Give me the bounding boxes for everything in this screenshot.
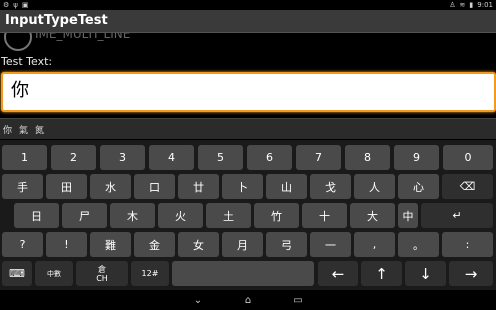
status-bar: ⚙ ψ ▣ ♙ ≋ ▮ 9:01: [0, 0, 496, 10]
key-zhu[interactable]: 竹: [254, 203, 299, 228]
key-shi-ten[interactable]: 十: [302, 203, 347, 228]
key-4[interactable]: 4: [149, 145, 194, 170]
key-exclamation[interactable]: !: [46, 232, 87, 257]
key-nian[interactable]: 廿: [178, 174, 219, 199]
soft-keyboard: 1 2 3 4 5 6 7 8 9 0 手 田 水 口 廿 卜 山 戈 人 心 …: [0, 140, 496, 290]
status-time: 9:01: [477, 1, 493, 9]
key-symbols[interactable]: 12#: [131, 261, 169, 286]
key-chinese-numeric[interactable]: 中數: [35, 261, 73, 286]
key-da[interactable]: 大: [350, 203, 395, 228]
key-mu[interactable]: 木: [110, 203, 155, 228]
status-left-icons: ⚙ ψ ▣: [3, 0, 29, 10]
battery-icon: ▮: [469, 1, 474, 9]
backspace-icon[interactable]: ⌫: [442, 174, 493, 199]
status-right-icons: ♙ ≋ ▮ 9:01: [449, 0, 493, 10]
arrow-left-icon[interactable]: ←: [318, 261, 358, 286]
key-tian[interactable]: 田: [46, 174, 87, 199]
key-period[interactable]: 。: [398, 232, 439, 257]
space-key[interactable]: [172, 261, 314, 286]
key-bu[interactable]: 卜: [222, 174, 263, 199]
key-9[interactable]: 9: [394, 145, 439, 170]
key-gong[interactable]: 弓: [266, 232, 307, 257]
navigation-bar: ⌄ ⌂ ▭: [0, 290, 496, 310]
key-question[interactable]: ?: [2, 232, 43, 257]
test-text-label: Test Text:: [1, 55, 53, 68]
test-text-value: 你: [11, 80, 29, 101]
candidate-bar: 你 氣 氮: [0, 118, 496, 139]
enter-icon[interactable]: ↵: [421, 203, 493, 228]
key-kou[interactable]: 口: [134, 174, 175, 199]
arrow-down-icon[interactable]: ↓: [405, 261, 446, 286]
key-colon[interactable]: :: [442, 232, 493, 257]
key-tu[interactable]: 土: [206, 203, 251, 228]
home-icon[interactable]: ⌂: [237, 294, 259, 306]
key-3[interactable]: 3: [100, 145, 145, 170]
key-ge[interactable]: 戈: [310, 174, 351, 199]
input-type-option-label: IME_MULTI_LINE: [35, 33, 131, 41]
key-zhong[interactable]: 中: [398, 203, 418, 228]
input-type-option[interactable]: IME_MULTI_LINE: [0, 33, 496, 51]
key-1[interactable]: 1: [2, 145, 47, 170]
arrow-right-icon[interactable]: →: [449, 261, 493, 286]
key-nv[interactable]: 女: [178, 232, 219, 257]
recents-icon[interactable]: ▭: [287, 294, 309, 306]
key-shan[interactable]: 山: [266, 174, 307, 199]
key-shou[interactable]: 手: [2, 174, 43, 199]
settings-icon: ⚙: [3, 1, 10, 9]
arrow-up-icon[interactable]: ↑: [361, 261, 402, 286]
key-8[interactable]: 8: [345, 145, 390, 170]
key-ren[interactable]: 人: [354, 174, 395, 199]
app-title: InputTypeTest: [5, 13, 108, 28]
candidate-2[interactable]: 氮: [35, 123, 44, 136]
back-icon[interactable]: ⌄: [187, 294, 209, 306]
candidate-0[interactable]: 你: [3, 123, 12, 136]
key-7[interactable]: 7: [296, 145, 341, 170]
keyboard-icon[interactable]: ⌨: [2, 261, 32, 286]
usb-icon: ψ: [13, 1, 18, 9]
android-icon: ♙: [449, 1, 456, 9]
key-xin[interactable]: 心: [398, 174, 439, 199]
debug-icon: ▣: [21, 1, 29, 9]
key-huo[interactable]: 火: [158, 203, 203, 228]
key-0[interactable]: 0: [443, 145, 493, 170]
key-nan[interactable]: 難: [90, 232, 131, 257]
key-yi[interactable]: 一: [310, 232, 351, 257]
action-bar: InputTypeTest: [0, 10, 496, 33]
candidate-1[interactable]: 氣: [19, 123, 28, 136]
key-5[interactable]: 5: [198, 145, 243, 170]
key-comma[interactable]: ,: [354, 232, 395, 257]
key-jin[interactable]: 金: [134, 232, 175, 257]
test-text-input[interactable]: 你: [1, 72, 496, 112]
key-6[interactable]: 6: [247, 145, 292, 170]
key-shui[interactable]: 水: [90, 174, 131, 199]
key-shi[interactable]: 尸: [62, 203, 107, 228]
key-yue[interactable]: 月: [222, 232, 263, 257]
wifi-icon: ≋: [459, 1, 466, 9]
key-2[interactable]: 2: [51, 145, 96, 170]
radio-icon[interactable]: [4, 33, 32, 51]
key-ri[interactable]: 日: [14, 203, 59, 228]
key-cangjie-ch[interactable]: 倉 CH: [76, 261, 128, 286]
